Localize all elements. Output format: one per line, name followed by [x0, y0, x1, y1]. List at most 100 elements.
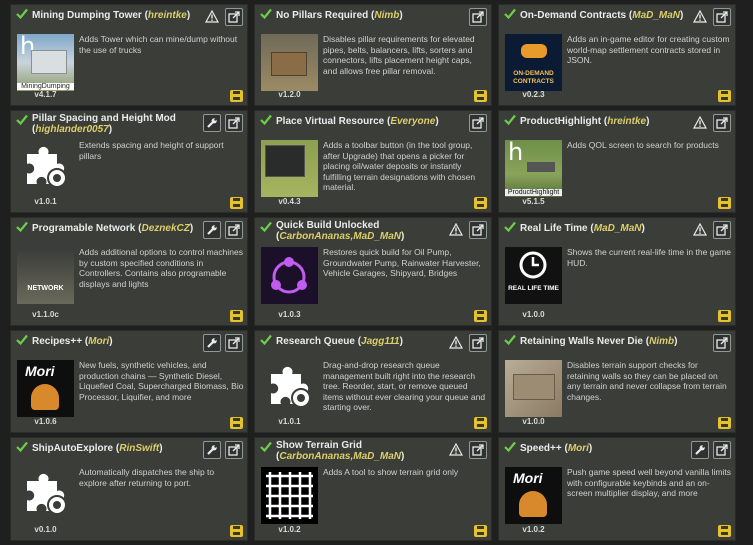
enabled-check-icon[interactable] — [260, 8, 272, 19]
mod-title: Pillar Spacing and Height Mod (highlande… — [32, 113, 176, 135]
open-link-button[interactable] — [225, 221, 243, 239]
save-disk-icon[interactable] — [230, 90, 243, 102]
enabled-check-icon[interactable] — [16, 114, 28, 125]
mod-title: Recipes++ (Mori) — [32, 336, 113, 347]
mod-version: v1.0.2 — [522, 525, 545, 534]
enabled-check-icon[interactable] — [504, 114, 516, 125]
open-link-button[interactable] — [713, 114, 731, 132]
mod-card[interactable]: Speed++ (Mori) Mori Push game speed well b… — [498, 437, 736, 541]
mod-card[interactable]: On-Demand Contracts (MaD_MaN) ON-DEMAND C… — [498, 4, 736, 106]
save-disk-icon[interactable] — [718, 417, 731, 429]
warning-icon[interactable] — [692, 115, 708, 129]
mod-name: ShipAutoExplore — [32, 443, 114, 454]
save-disk-icon[interactable] — [230, 310, 243, 322]
mod-card[interactable]: Pillar Spacing and Height Mod (highlande… — [10, 110, 248, 213]
save-disk-icon[interactable] — [230, 417, 243, 429]
mod-thumbnail: REAL LIFE TIME — [505, 247, 562, 304]
enabled-check-icon[interactable] — [16, 221, 28, 232]
warning-icon[interactable] — [204, 9, 220, 23]
settings-button[interactable] — [203, 441, 221, 459]
mod-version: v1.1.0c — [32, 310, 59, 319]
enabled-check-icon[interactable] — [504, 334, 516, 345]
open-link-button[interactable] — [469, 8, 487, 26]
save-disk-icon[interactable] — [718, 197, 731, 209]
open-link-button[interactable] — [469, 221, 487, 239]
mod-card-header: Research Queue (Jagg111) — [255, 331, 491, 355]
open-link-button[interactable] — [713, 8, 731, 26]
mod-version: v0.1.0 — [34, 525, 57, 534]
mod-card[interactable]: No Pillars Required (Nimb) Disables pilla… — [254, 4, 492, 106]
mod-card[interactable]: Retaining Walls Never Die (Nimb) Disables… — [498, 330, 736, 433]
enabled-check-icon[interactable] — [16, 8, 28, 19]
quick-build-thumbnail — [261, 247, 318, 304]
save-disk-icon[interactable] — [718, 310, 731, 322]
enabled-check-icon[interactable] — [16, 441, 28, 452]
settings-button[interactable] — [203, 334, 221, 352]
mod-card[interactable]: Recipes++ (Mori) Mori New fuels, synthetic… — [10, 330, 248, 433]
enabled-check-icon[interactable] — [260, 114, 272, 125]
mod-card[interactable]: Show Terrain Grid (CarbonAnanas,MaD_MaN)… — [254, 437, 492, 541]
mod-name: Speed++ — [520, 443, 562, 454]
enabled-check-icon[interactable] — [260, 334, 272, 345]
warning-icon[interactable] — [448, 442, 464, 456]
mod-description: Adds additional options to control machi… — [79, 247, 243, 289]
mod-version: v1.0.0 — [522, 417, 545, 426]
open-link-button[interactable] — [469, 114, 487, 132]
mod-name: On-Demand Contracts — [520, 10, 627, 21]
mod-card[interactable]: Programable Network (DeznekCZ) NETWORK Add… — [10, 217, 248, 326]
mod-name: Programable Network — [32, 223, 136, 234]
mod-card[interactable]: ShipAutoExplore (RinSwift) Automatically … — [10, 437, 248, 541]
enabled-check-icon[interactable] — [260, 221, 272, 232]
settings-button[interactable] — [203, 114, 221, 132]
mod-card[interactable]: Mining Dumping Tower (hreintke) h MiningDu… — [10, 4, 248, 106]
save-disk-icon[interactable] — [474, 525, 487, 537]
mod-name: Show Terrain Grid — [276, 440, 362, 451]
mod-author: hreintke — [607, 116, 647, 127]
mod-card[interactable]: Real Life Time (MaD_MaN) REAL LIFE TIME Sh… — [498, 217, 736, 326]
mod-card[interactable]: ProductHighlight (hreintke) h ProductHighl… — [498, 110, 736, 213]
mod-card-header: ProductHighlight (hreintke) — [499, 111, 735, 135]
mod-description: Automatically dispatches the ship to exp… — [79, 467, 215, 488]
open-link-button[interactable] — [469, 441, 487, 459]
mod-card-header: Place Virtual Resource (Everyone) — [255, 111, 491, 135]
mod-card[interactable]: Quick Build Unlocked (CarbonAnanas,MaD_M… — [254, 217, 492, 326]
open-link-button[interactable] — [225, 114, 243, 132]
warning-icon[interactable] — [448, 222, 464, 236]
open-link-button[interactable] — [225, 441, 243, 459]
puzzle-icon — [17, 467, 74, 524]
settings-button[interactable] — [691, 441, 709, 459]
mod-card[interactable]: Place Virtual Resource (Everyone) Adds a … — [254, 110, 492, 213]
mod-title: ProductHighlight (hreintke) — [520, 116, 650, 127]
open-link-button[interactable] — [469, 334, 487, 352]
warning-icon[interactable] — [692, 222, 708, 236]
mod-version: v4.1.7 — [34, 90, 57, 99]
mod-card-header: Pillar Spacing and Height Mod (highlande… — [11, 111, 247, 135]
warning-icon[interactable] — [448, 335, 464, 349]
contracts-thumbnail: ON-DEMAND CONTRACTS — [505, 34, 562, 91]
warning-icon[interactable] — [692, 9, 708, 23]
open-link-button[interactable] — [713, 221, 731, 239]
enabled-check-icon[interactable] — [16, 334, 28, 345]
open-link-button[interactable] — [713, 334, 731, 352]
save-disk-icon[interactable] — [474, 417, 487, 429]
save-disk-icon[interactable] — [474, 197, 487, 209]
open-link-button[interactable] — [713, 441, 731, 459]
save-disk-icon[interactable] — [718, 90, 731, 102]
open-link-button[interactable] — [225, 334, 243, 352]
save-disk-icon[interactable] — [718, 525, 731, 537]
mod-title: Quick Build Unlocked (CarbonAnanas,MaD_M… — [276, 220, 405, 242]
enabled-check-icon[interactable] — [504, 221, 516, 232]
mod-description: Adds Tower which can mine/dump without t… — [79, 34, 238, 55]
mod-version: v1.0.2 — [278, 525, 301, 534]
enabled-check-icon[interactable] — [504, 441, 516, 452]
settings-button[interactable] — [203, 221, 221, 239]
open-link-button[interactable] — [225, 8, 243, 26]
enabled-check-icon[interactable] — [260, 441, 272, 452]
save-disk-icon[interactable] — [230, 525, 243, 537]
save-disk-icon[interactable] — [474, 310, 487, 322]
enabled-check-icon[interactable] — [504, 8, 516, 19]
save-disk-icon[interactable] — [474, 90, 487, 102]
save-disk-icon[interactable] — [230, 197, 243, 209]
mod-card[interactable]: Research Queue (Jagg111) Drag-and-drop re… — [254, 330, 492, 433]
mod-title: Research Queue (Jagg111) — [276, 336, 403, 347]
